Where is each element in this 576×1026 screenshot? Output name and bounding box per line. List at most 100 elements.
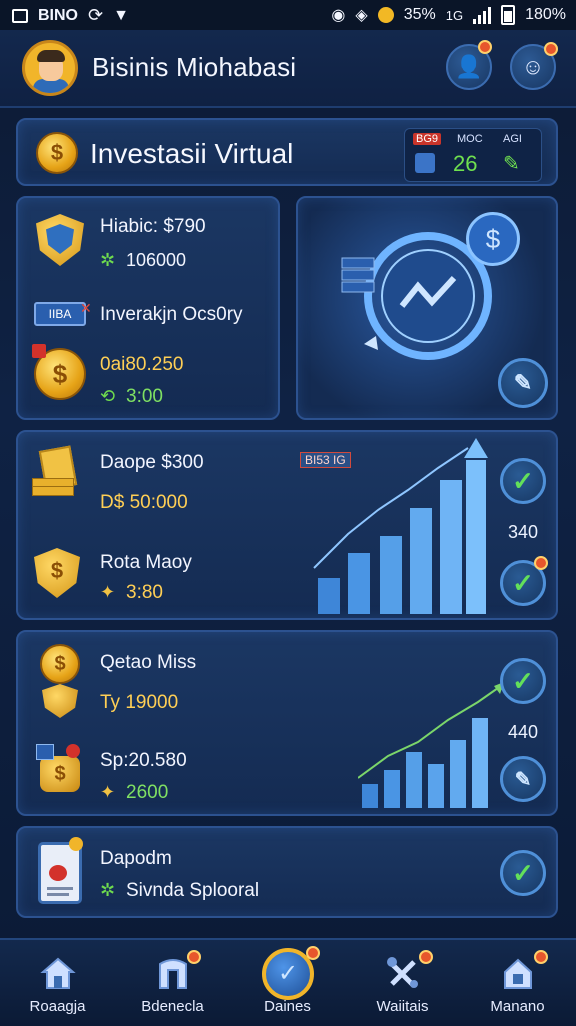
gold-badge-icon xyxy=(42,684,78,718)
growth-bar-chart xyxy=(313,438,488,614)
ghost-icon: ☺ xyxy=(521,54,545,79)
mascot-badge xyxy=(544,42,558,56)
report-sublabel: Sivnda Splooral xyxy=(126,880,260,901)
money-stack-icon xyxy=(32,445,80,498)
status-bar: BINO ⟳ ▼ ◉ ◈ 35% 1G 180% xyxy=(0,0,576,30)
hero-card[interactable]: $ Investasii Virtual BG9 MOC AGI 26 ✎ xyxy=(16,118,558,186)
deposit-card[interactable]: Daope $300 D$ 50:000 $ Rota Maoy ✦ 3:80 … xyxy=(16,430,558,620)
balance-card[interactable]: Hiabic: $790 ✲ 106000 IIBA ✕ Inverakjn O… xyxy=(16,196,280,420)
notification-badge xyxy=(478,40,492,54)
app-header: Bisinis Miohabasi 👤 ☺ xyxy=(0,30,576,108)
deposit-amount: D$ 50:000 xyxy=(100,492,188,513)
panel-label-3: AGI xyxy=(503,133,522,145)
gear-icon: ✲ xyxy=(100,250,116,270)
nav-item-lock[interactable]: Manano xyxy=(460,940,575,1026)
shield-icon xyxy=(36,214,84,266)
sync-icon: ⟳ xyxy=(88,5,104,25)
nav-label-tools: Waiitais xyxy=(376,998,429,1015)
signal-icon xyxy=(473,6,492,24)
pencil-icon: ✎ xyxy=(503,153,520,175)
carrier-label: BINO xyxy=(38,6,78,24)
checkmark-icon: ✓ xyxy=(512,665,534,696)
edit-button[interactable]: ✎ xyxy=(498,358,548,408)
nav-tools-badge xyxy=(419,950,433,964)
checkmark-icon: ✓ xyxy=(512,857,534,888)
mission-points: 2600 xyxy=(126,782,169,803)
dollar-bubble-icon: $ xyxy=(466,212,520,266)
nav-item-tools[interactable]: Waiitais xyxy=(345,940,460,1026)
report-card[interactable]: Dapodm ✲ Sivnda Splooral ✓ xyxy=(16,826,558,918)
building-icon xyxy=(159,959,187,989)
gold-shield-icon: $ xyxy=(34,548,80,598)
nav-label-daines: Daines xyxy=(264,998,311,1015)
home-icon xyxy=(40,957,76,989)
deposit-label: Daope $300 xyxy=(100,452,204,473)
checkmark-icon: ✓ xyxy=(512,465,534,496)
card1-value: 0ai80.250 xyxy=(100,354,184,375)
confirm-deposit-button[interactable]: ✓ xyxy=(500,458,546,504)
screen-icon xyxy=(12,8,28,23)
mission-label: Qetao Miss xyxy=(100,652,197,673)
report-label: Dapodm xyxy=(100,848,172,869)
pencil-icon: ✎ xyxy=(514,768,532,791)
investment-label: Inverakjn Ocs0ry xyxy=(100,304,243,325)
camera-icon: ◉ xyxy=(331,7,346,24)
ribbon-icon xyxy=(32,344,46,358)
nav-item-building[interactable]: Bdenecla xyxy=(115,940,230,1026)
panel-value: 26 xyxy=(453,151,478,176)
balance-amount: 106000 xyxy=(126,250,187,270)
hero-title: Investasii Virtual xyxy=(90,138,294,169)
deposit-side-value: 340 xyxy=(508,522,539,542)
battery-icon xyxy=(501,5,516,25)
document-icon xyxy=(38,837,83,904)
dollar-coin-icon: $ xyxy=(36,132,78,174)
panel-label-2: MOC xyxy=(457,133,483,145)
hero-stats-panel: BG9 MOC AGI 26 ✎ xyxy=(404,128,542,182)
nav-label-home: Roaagja xyxy=(29,998,86,1015)
star-icon: ✦ xyxy=(100,582,116,602)
star-icon: ✦ xyxy=(100,782,116,802)
nav-item-daines[interactable]: ✓ Daines xyxy=(230,940,345,1026)
close-icon: ✕ xyxy=(80,300,92,316)
rota-time: 3:80 xyxy=(126,582,163,603)
nav-label-building: Bdenecla xyxy=(141,998,204,1015)
mission-side-value: 440 xyxy=(508,722,539,742)
gold-bag-icon: $ xyxy=(36,744,82,794)
lock-icon xyxy=(504,958,532,989)
pencil-icon: ✎ xyxy=(513,370,533,395)
nav-label-lock: Manano xyxy=(490,998,545,1015)
confirm-report-button[interactable]: ✓ xyxy=(500,850,546,896)
nav-daines-badge xyxy=(306,946,320,960)
network-label: 1G xyxy=(445,7,464,23)
card1-time: 3:00 xyxy=(126,386,163,407)
balance-label: Hiabic: $790 xyxy=(100,216,206,237)
bottom-navigation: Roaagja Bdenecla ✓ Daines Waiitais Manan… xyxy=(0,938,576,1026)
mission-bar-chart xyxy=(358,682,504,808)
gear-icon: ✲ xyxy=(100,880,116,900)
panel-label-1: BG9 xyxy=(413,133,442,145)
wifi-icon: ▼ xyxy=(113,6,129,24)
coin-icon xyxy=(377,7,394,23)
vibrate-icon: ◈ xyxy=(355,7,368,24)
tools-icon xyxy=(387,957,418,988)
gold-coin-icon: $ xyxy=(40,644,80,684)
nav-lock-badge xyxy=(534,950,548,964)
avatar[interactable] xyxy=(22,40,78,96)
mission-sp-label: Sp:20.580 xyxy=(100,750,187,771)
app-title: Bisinis Miohabasi xyxy=(92,52,297,82)
rota-badge xyxy=(534,556,548,570)
edit-mission-button[interactable]: ✎ xyxy=(500,756,546,802)
rota-label: Rota Maoy xyxy=(100,552,192,573)
mission-amount: Ty 19000 xyxy=(100,692,179,713)
investment-card-badge: IIBA xyxy=(34,302,86,326)
nav-item-home[interactable]: Roaagja xyxy=(0,940,115,1026)
user-icon: 👤 xyxy=(455,54,483,79)
growth-graphic-card[interactable]: $ ✎ xyxy=(296,196,558,420)
refresh-icon: ⟲ xyxy=(100,386,116,406)
checkmark-icon: ✓ xyxy=(512,567,534,598)
confirm-mission-button[interactable]: ✓ xyxy=(500,658,546,704)
cube-icon xyxy=(415,153,435,173)
battery-percent: 180% xyxy=(525,6,566,23)
mission-card[interactable]: $ Qetao Miss Ty 19000 $ Sp:20.580 ✦ 2600… xyxy=(16,630,558,816)
battery-percent-left: 35% xyxy=(403,6,436,23)
